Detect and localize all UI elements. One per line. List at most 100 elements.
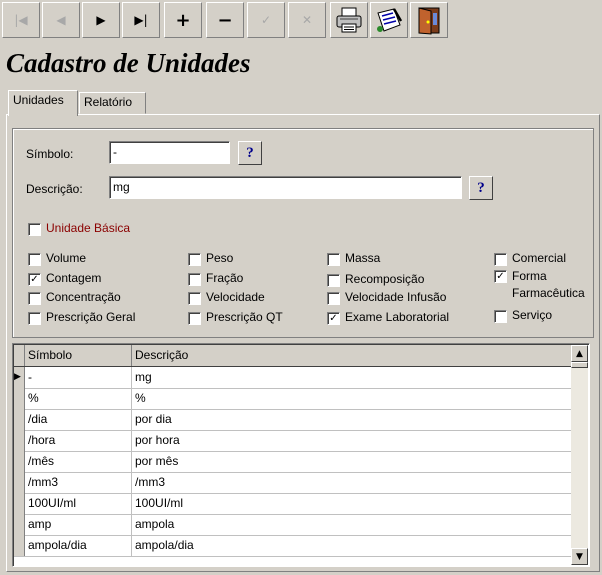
cancel-button[interactable]: ✕ [288,2,326,38]
descricao-help-button[interactable]: ? [469,176,493,200]
descricao-label: Descrição: [26,182,83,196]
cell-descricao[interactable]: por hora [132,430,571,451]
report-button[interactable] [370,2,408,38]
checkbox-box [327,274,340,287]
prescricao-qt-checkbox[interactable]: Prescrição QT [188,310,283,325]
contagem-checkbox[interactable]: ✓ Contagem [28,271,101,286]
descricao-input[interactable]: mg [109,176,462,199]
peso-checkbox[interactable]: Peso [188,251,233,266]
table-row[interactable]: amp ampola [14,514,571,536]
forma-farmaceutica-checkbox[interactable]: ✓ Forma Farmacêutica [494,268,585,302]
vertical-scrollbar[interactable]: ▲ ▼ [571,345,588,565]
cell-simbolo[interactable]: /mm3 [25,472,132,493]
cell-descricao[interactable]: % [132,388,571,409]
column-header-descricao[interactable]: Descrição [132,345,571,366]
next-record-button[interactable]: ▶ [82,2,120,38]
checkmark-icon: ✓ [494,270,507,283]
cell-descricao[interactable]: /mm3 [132,472,571,493]
print-button[interactable] [330,2,368,38]
cell-descricao[interactable]: por mês [132,451,571,472]
cell-simbolo[interactable]: ampola/dia [25,535,132,556]
question-icon: ? [477,179,485,196]
cell-simbolo[interactable]: 100UI/ml [25,493,132,514]
volume-checkbox[interactable]: Volume [28,251,86,266]
cell-simbolo[interactable]: % [25,388,132,409]
checkbox-box [188,253,201,266]
comercial-checkbox[interactable]: Comercial [494,251,566,266]
checkbox-box [188,292,201,305]
tab-unidades[interactable]: Unidades [8,90,78,116]
recomposicao-label: Recomposição [345,272,425,286]
checkbox-box [28,312,41,325]
massa-label: Massa [345,251,381,265]
table-row[interactable]: ampola/dia ampola/dia [14,535,571,557]
recomposicao-checkbox[interactable]: Recomposição [327,272,424,287]
cell-descricao[interactable]: ampola [132,514,571,535]
scroll-thumb[interactable] [571,362,588,368]
scroll-down-button[interactable]: ▼ [571,548,588,565]
previous-record-button[interactable]: ◀ [42,2,80,38]
first-record-button[interactable]: |◀ [2,2,40,38]
exame-laboratorial-checkbox[interactable]: ✓ Exame Laboratorial [327,310,449,325]
exit-button[interactable] [410,2,448,38]
velocidade-infusao-checkbox[interactable]: Velocidade Infusão [327,290,446,305]
cell-descricao[interactable]: 100UI/ml [132,493,571,514]
arrow-up-icon: ▲ [576,348,583,359]
velocidade-checkbox[interactable]: Velocidade [188,290,265,305]
cell-simbolo[interactable]: amp [25,514,132,535]
table-row[interactable]: 100UI/ml 100UI/ml [14,493,571,515]
fracao-label: Fração [206,271,244,285]
report-edit-icon [377,8,403,32]
simbolo-help-button[interactable]: ? [238,141,262,165]
exame-laboratorial-label: Exame Laboratorial [345,310,450,324]
simbolo-label: Símbolo: [26,147,74,161]
column-header-simbolo[interactable]: Símbolo [25,345,132,366]
table-row[interactable]: %% [14,388,571,410]
add-record-button[interactable]: + [164,2,202,38]
cell-simbolo[interactable]: /dia [25,409,132,430]
contagem-label: Contagem [46,271,102,285]
minus-icon: − [217,9,233,31]
checkbox-box [494,310,507,323]
simbolo-input[interactable]: - [109,141,230,164]
velocidade-infusao-label: Velocidade Infusão [345,290,447,304]
tab-relatorio[interactable]: Relatório [79,92,146,114]
forma-farmaceutica-label: Forma Farmacêutica [512,269,585,300]
massa-checkbox[interactable]: Massa [327,251,380,266]
prescricao-geral-label: Prescrição Geral [46,310,136,324]
row-indicator [14,514,25,535]
table-row[interactable]: /hora por hora [14,430,571,452]
concentracao-checkbox[interactable]: Concentração [28,290,121,305]
last-record-button[interactable]: ▶| [122,2,160,38]
cell-simbolo[interactable]: - [25,367,132,388]
fracao-checkbox[interactable]: Fração [188,271,243,286]
next-record-icon: ▶ [96,13,106,27]
unidade-basica-checkbox[interactable]: Unidade Básica [28,221,130,236]
confirm-button[interactable]: ✓ [247,2,285,38]
checkbox-box [327,292,340,305]
table-row[interactable]: /mm3/mm3 [14,472,571,494]
header-indicator-cell [14,345,25,366]
units-grid[interactable]: Símbolo Descrição ▶ - mg%%/dia por dia/hora… [12,343,590,567]
row-indicator [14,430,25,451]
cell-simbolo[interactable]: /hora [25,430,132,451]
checkbox-box [327,253,340,266]
table-row[interactable]: /dia por dia [14,409,571,431]
checkbox-box [28,253,41,266]
delete-record-button[interactable]: − [206,2,244,38]
page-title: Cadastro de Unidades [6,48,251,78]
cell-simbolo[interactable]: /mês [25,451,132,472]
cell-descricao[interactable]: por dia [132,409,571,430]
checkbox-box [188,312,201,325]
check-icon: ✓ [260,13,272,27]
table-row[interactable]: /mês por mês [14,451,571,473]
prescricao-qt-label: Prescrição QT [206,310,283,324]
table-row[interactable]: ▶ - mg [14,367,571,389]
cell-descricao[interactable]: mg [132,367,571,388]
cell-descricao[interactable]: ampola/dia [132,535,571,556]
scroll-up-button[interactable]: ▲ [571,345,588,362]
plus-icon: + [175,9,191,31]
servico-checkbox[interactable]: Serviço [494,308,552,323]
prescricao-geral-checkbox[interactable]: Prescrição Geral [28,310,135,325]
concentracao-label: Concentração [46,290,121,304]
